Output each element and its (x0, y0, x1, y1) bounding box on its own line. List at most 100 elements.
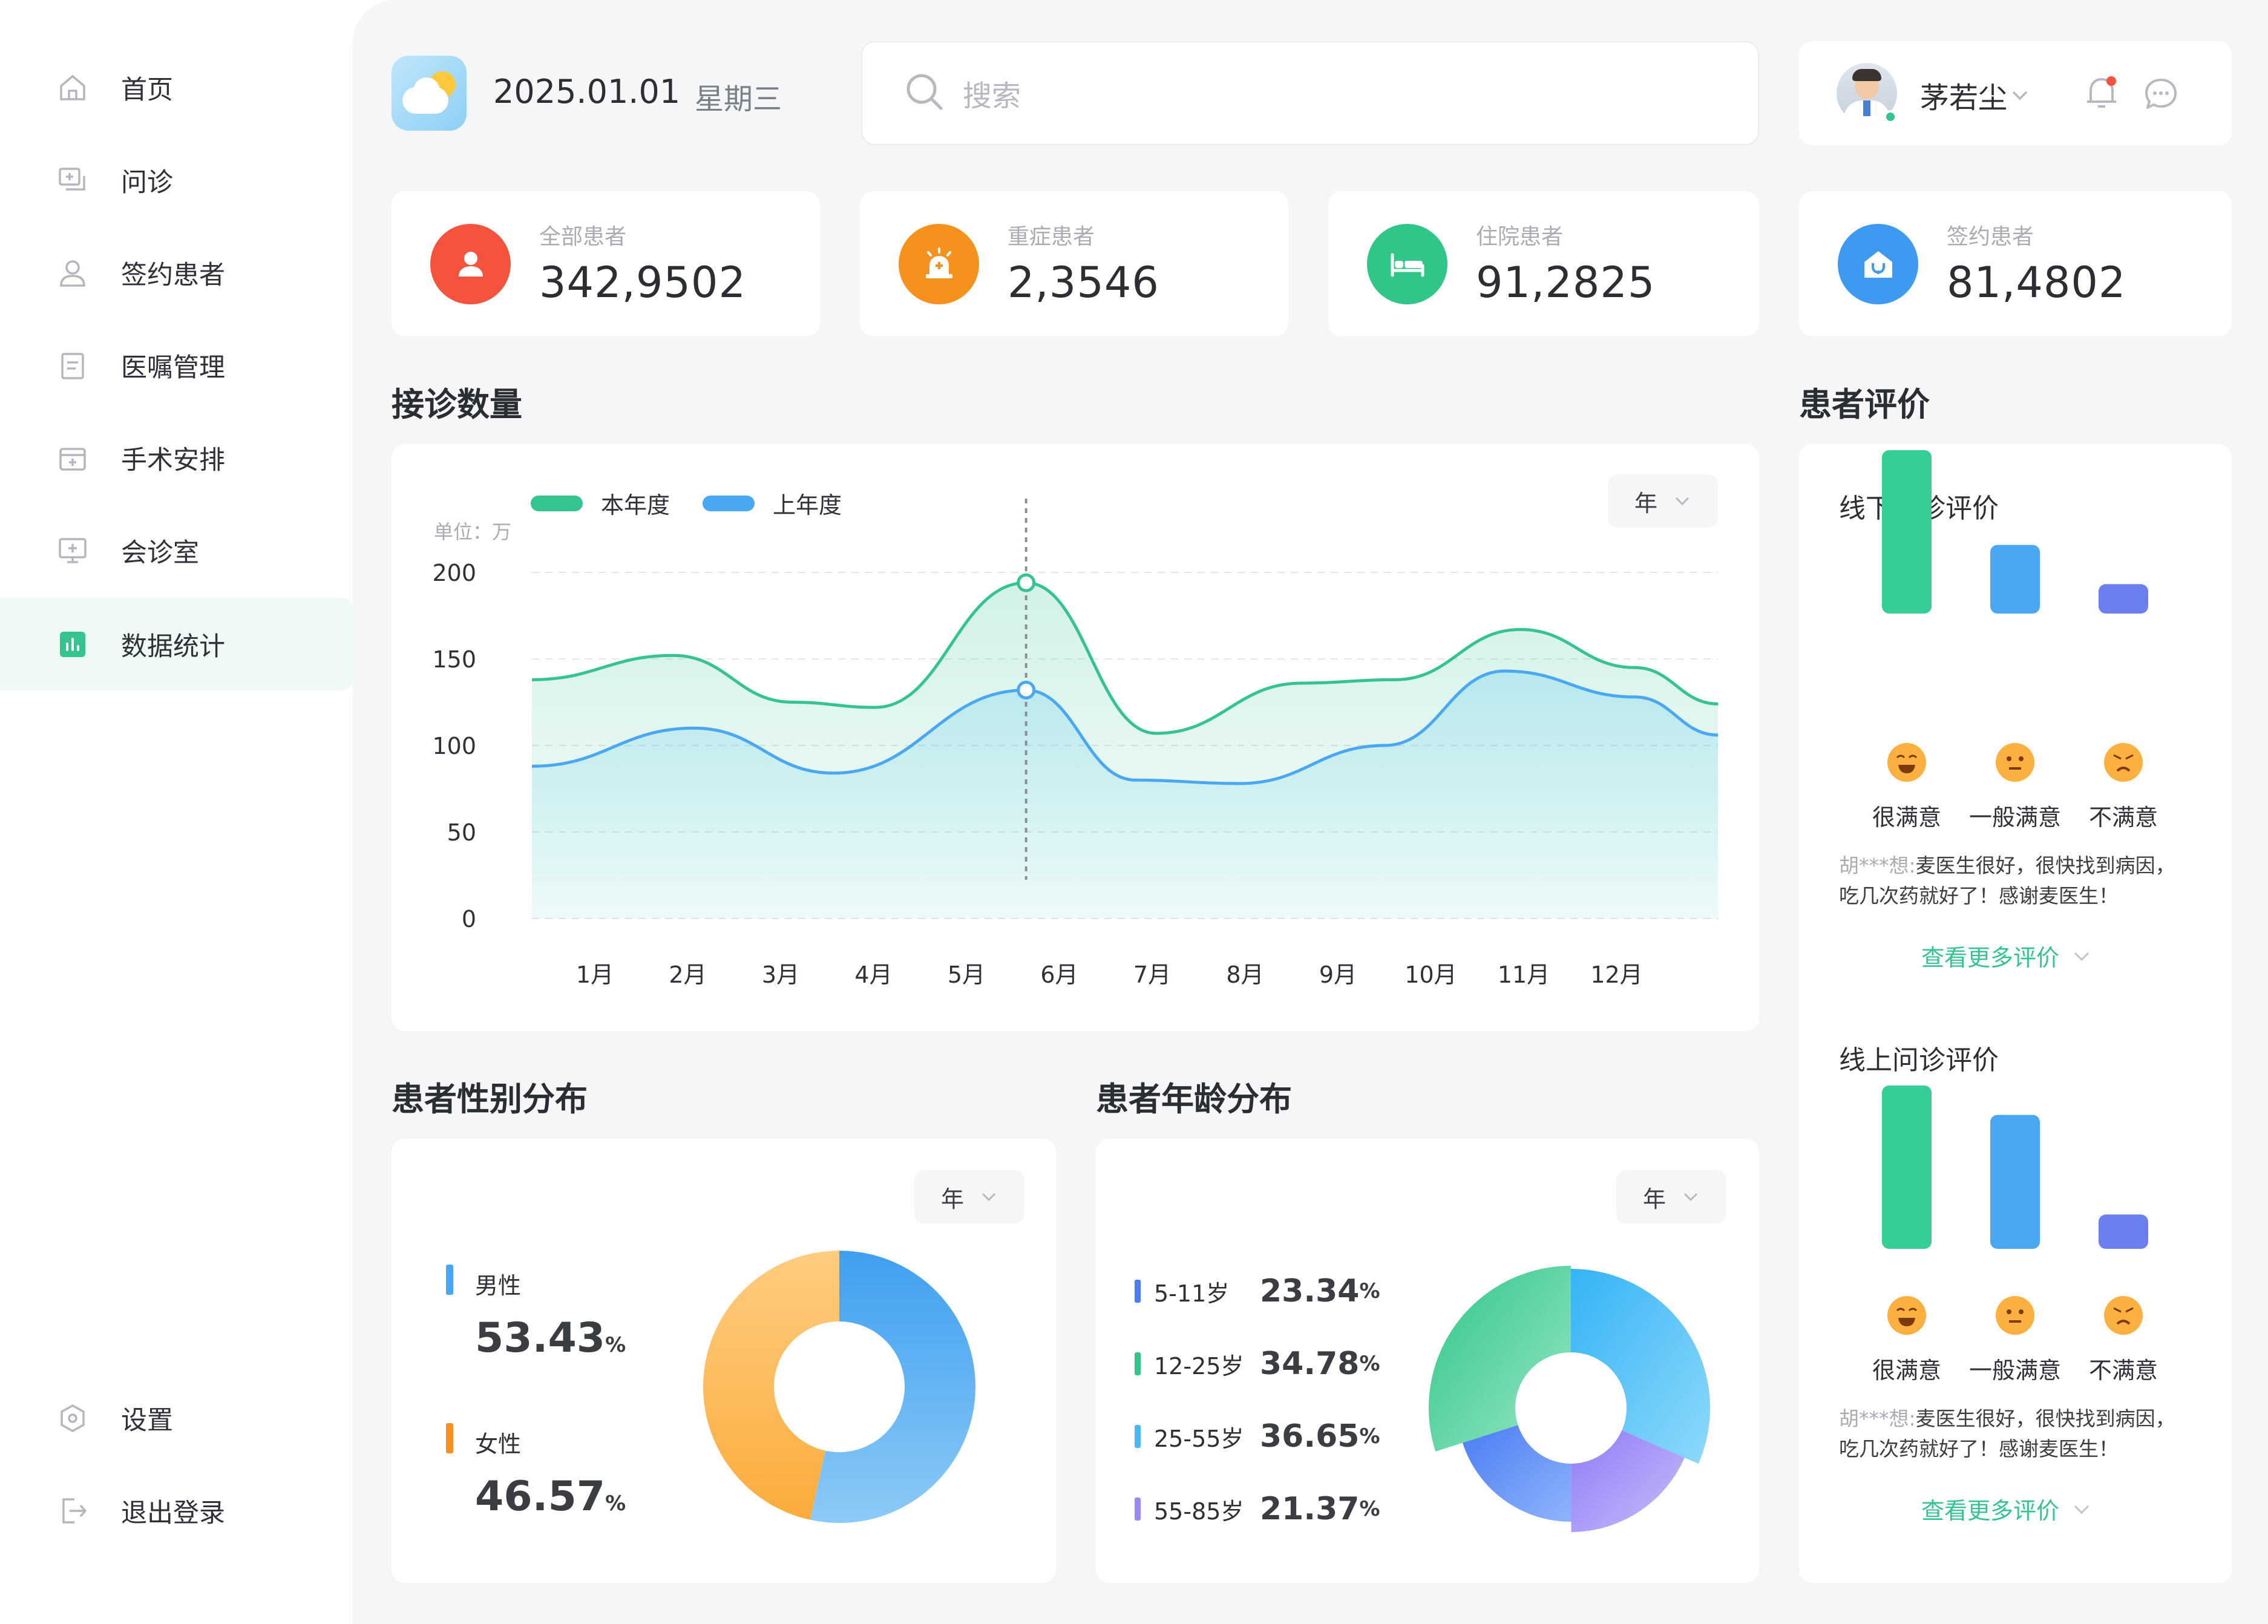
stat-label: 住院患者 (1476, 224, 1564, 249)
stat-card-inpatients[interactable]: 住院患者 91,2825 (1328, 191, 1759, 336)
stat-value: 342,9502 (539, 258, 747, 307)
search-placeholder: 搜索 (963, 79, 1021, 113)
surgery-icon (57, 443, 88, 473)
slice-1 (703, 1251, 839, 1520)
gender-card: 年 男性 53.43% 女性 46.57% (392, 1139, 1056, 1583)
visits-title: 接诊数量 (392, 385, 522, 424)
online-reviews-title: 线上问诊评价 (1839, 1045, 1999, 1076)
age-title: 患者年龄分布 (1096, 1080, 1292, 1118)
sidebar-item-label: 会诊室 (121, 537, 199, 568)
x-tick-label: 3月 (762, 961, 799, 988)
bar-chart-icon (57, 629, 88, 660)
female-percentage: 46.57% (475, 1473, 626, 1521)
offline-review-text: 胡***想:麦医生很好，很快找到病因， 吃几次药就好了！感谢麦医生！ (1839, 854, 2175, 908)
settings-icon (57, 1403, 88, 1433)
highlight-point (1017, 680, 1036, 699)
rating-bar-2 (2099, 1214, 2148, 1249)
rating-label: 一般满意 (1968, 1357, 2061, 1384)
sidebar-item-label: 手术安排 (121, 445, 225, 476)
person-icon (430, 224, 511, 304)
weather-icon (392, 56, 467, 131)
reviews-title: 患者评价 (1799, 385, 1930, 424)
current-weekday: 星期三 (695, 82, 782, 116)
sidebar-item-label: 数据统计 (121, 631, 225, 662)
x-tick-label: 2月 (669, 961, 706, 988)
rating-bar-0 (1882, 450, 1932, 614)
sidebar-item-orders[interactable]: 医嘱管理 (0, 319, 353, 411)
y-tick-label: 50 (447, 819, 476, 846)
online-status-dot (1884, 110, 1897, 123)
alarm-icon (899, 224, 979, 304)
current-date: 2025.01.01 (493, 73, 681, 111)
search-input[interactable]: 搜索 (861, 41, 1759, 145)
stat-card-critical-patients[interactable]: 重症患者 2,3546 (860, 191, 1288, 336)
period-dropdown[interactable]: 年 (914, 1170, 1024, 1223)
sidebar-item-surgery[interactable]: 手术安排 (0, 411, 353, 504)
x-tick-label: 7月 (1133, 961, 1171, 988)
sidebar-item-home[interactable]: 首页 (0, 41, 353, 134)
offline-more-reviews-link[interactable]: 查看更多评价 (1921, 939, 2092, 972)
age-row-25-55: 25-55岁 36.65% (1135, 1418, 1380, 1455)
rating-bar-2 (2099, 584, 2148, 614)
x-tick-label: 1月 (576, 961, 614, 988)
clipboard-icon (57, 350, 88, 381)
period-dropdown[interactable]: 年 (1616, 1170, 1726, 1223)
chevron-down-icon (982, 1193, 996, 1202)
rating-bar-1 (1990, 1115, 2040, 1249)
very-satisfied-face-icon (1887, 743, 1926, 782)
sidebar-item-label: 签约患者 (121, 260, 225, 290)
logout-icon (57, 1496, 88, 1526)
stat-label: 重症患者 (1008, 224, 1095, 249)
sidebar-item-logout[interactable]: 退出登录 (0, 1464, 353, 1557)
sidebar-item-label: 问诊 (121, 167, 173, 198)
age-row-12-25: 12-25岁 34.78% (1135, 1346, 1380, 1382)
sidebar-item-label: 设置 (121, 1405, 173, 1436)
stat-card-all-patients[interactable]: 全部患者 342,9502 (392, 191, 820, 336)
chevron-down-icon[interactable] (2010, 85, 2030, 108)
sidebar-item-label: 首页 (121, 74, 173, 105)
sidebar-item-settings[interactable]: 设置 (0, 1372, 353, 1464)
rating-bar-1 (1990, 545, 2040, 614)
male-percentage: 53.43% (475, 1314, 626, 1362)
consult-icon (57, 165, 88, 195)
username: 茅若尘 (1920, 81, 2008, 115)
house-medical-icon (1838, 224, 1918, 304)
sidebar-item-meeting-room[interactable]: 会诊室 (0, 504, 353, 597)
age-row-5-11: 5-11岁 23.34% (1135, 1273, 1380, 1309)
slice-2 (1571, 1269, 1710, 1464)
age-row-55-85: 55-85岁 21.37% (1135, 1491, 1380, 1527)
sidebar-item-consult[interactable]: 问诊 (0, 134, 353, 226)
x-tick-label: 5月 (948, 961, 985, 988)
y-tick-label: 0 (462, 906, 476, 932)
offline-rating-bars (1882, 450, 2148, 614)
x-tick-label: 11月 (1498, 961, 1550, 988)
bell-icon[interactable] (2083, 74, 2120, 115)
stat-card-signed-patients[interactable]: 签约患者 81,4802 (1799, 191, 2232, 336)
home-icon (57, 73, 88, 103)
chat-icon[interactable] (2143, 76, 2179, 115)
gender-title: 患者性别分布 (392, 1080, 588, 1118)
visits-chart-card: 本年度 上年度 单位：万 年 0 50 100 150 200 1月 2月 3月 4月 5月 6月 7… (392, 444, 1759, 1031)
chevron-down-icon (1683, 1193, 1698, 1202)
stat-label: 全部患者 (539, 224, 627, 249)
x-tick-label: 8月 (1226, 961, 1263, 988)
online-review-text: 胡***想:麦医生很好，很快找到病因， 吃几次药就好了！感谢麦医生！ (1839, 1407, 2175, 1461)
age-card: 年 5-11岁 23.34% 12-25岁 34.78% 25-55岁 36.65% … (1096, 1139, 1759, 1583)
x-tick-label: 4月 (854, 961, 892, 988)
stat-label: 签约患者 (1947, 224, 2034, 249)
search-icon (905, 72, 945, 114)
male-marker (446, 1265, 453, 1295)
bed-icon (1367, 224, 1447, 304)
sidebar-item-statistics[interactable]: 数据统计 (0, 598, 353, 690)
x-tick-label: 10月 (1404, 961, 1457, 988)
chevron-down-icon (2074, 952, 2089, 961)
rating-label: 不满意 (2088, 804, 2158, 831)
rating-label: 一般满意 (1968, 804, 2061, 831)
main-content: 2025.01.01 星期三 搜索 茅若尘 全部患者 342,9502 重症患者… (353, 0, 2268, 1624)
male-label: 男性 (475, 1272, 522, 1299)
online-more-reviews-link[interactable]: 查看更多评价 (1921, 1492, 2092, 1525)
y-tick-label: 150 (432, 646, 476, 673)
neutral-face-icon (1996, 1296, 2034, 1335)
highlight-point (1017, 573, 1036, 592)
sidebar-item-signed-patients[interactable]: 签约患者 (0, 226, 353, 319)
